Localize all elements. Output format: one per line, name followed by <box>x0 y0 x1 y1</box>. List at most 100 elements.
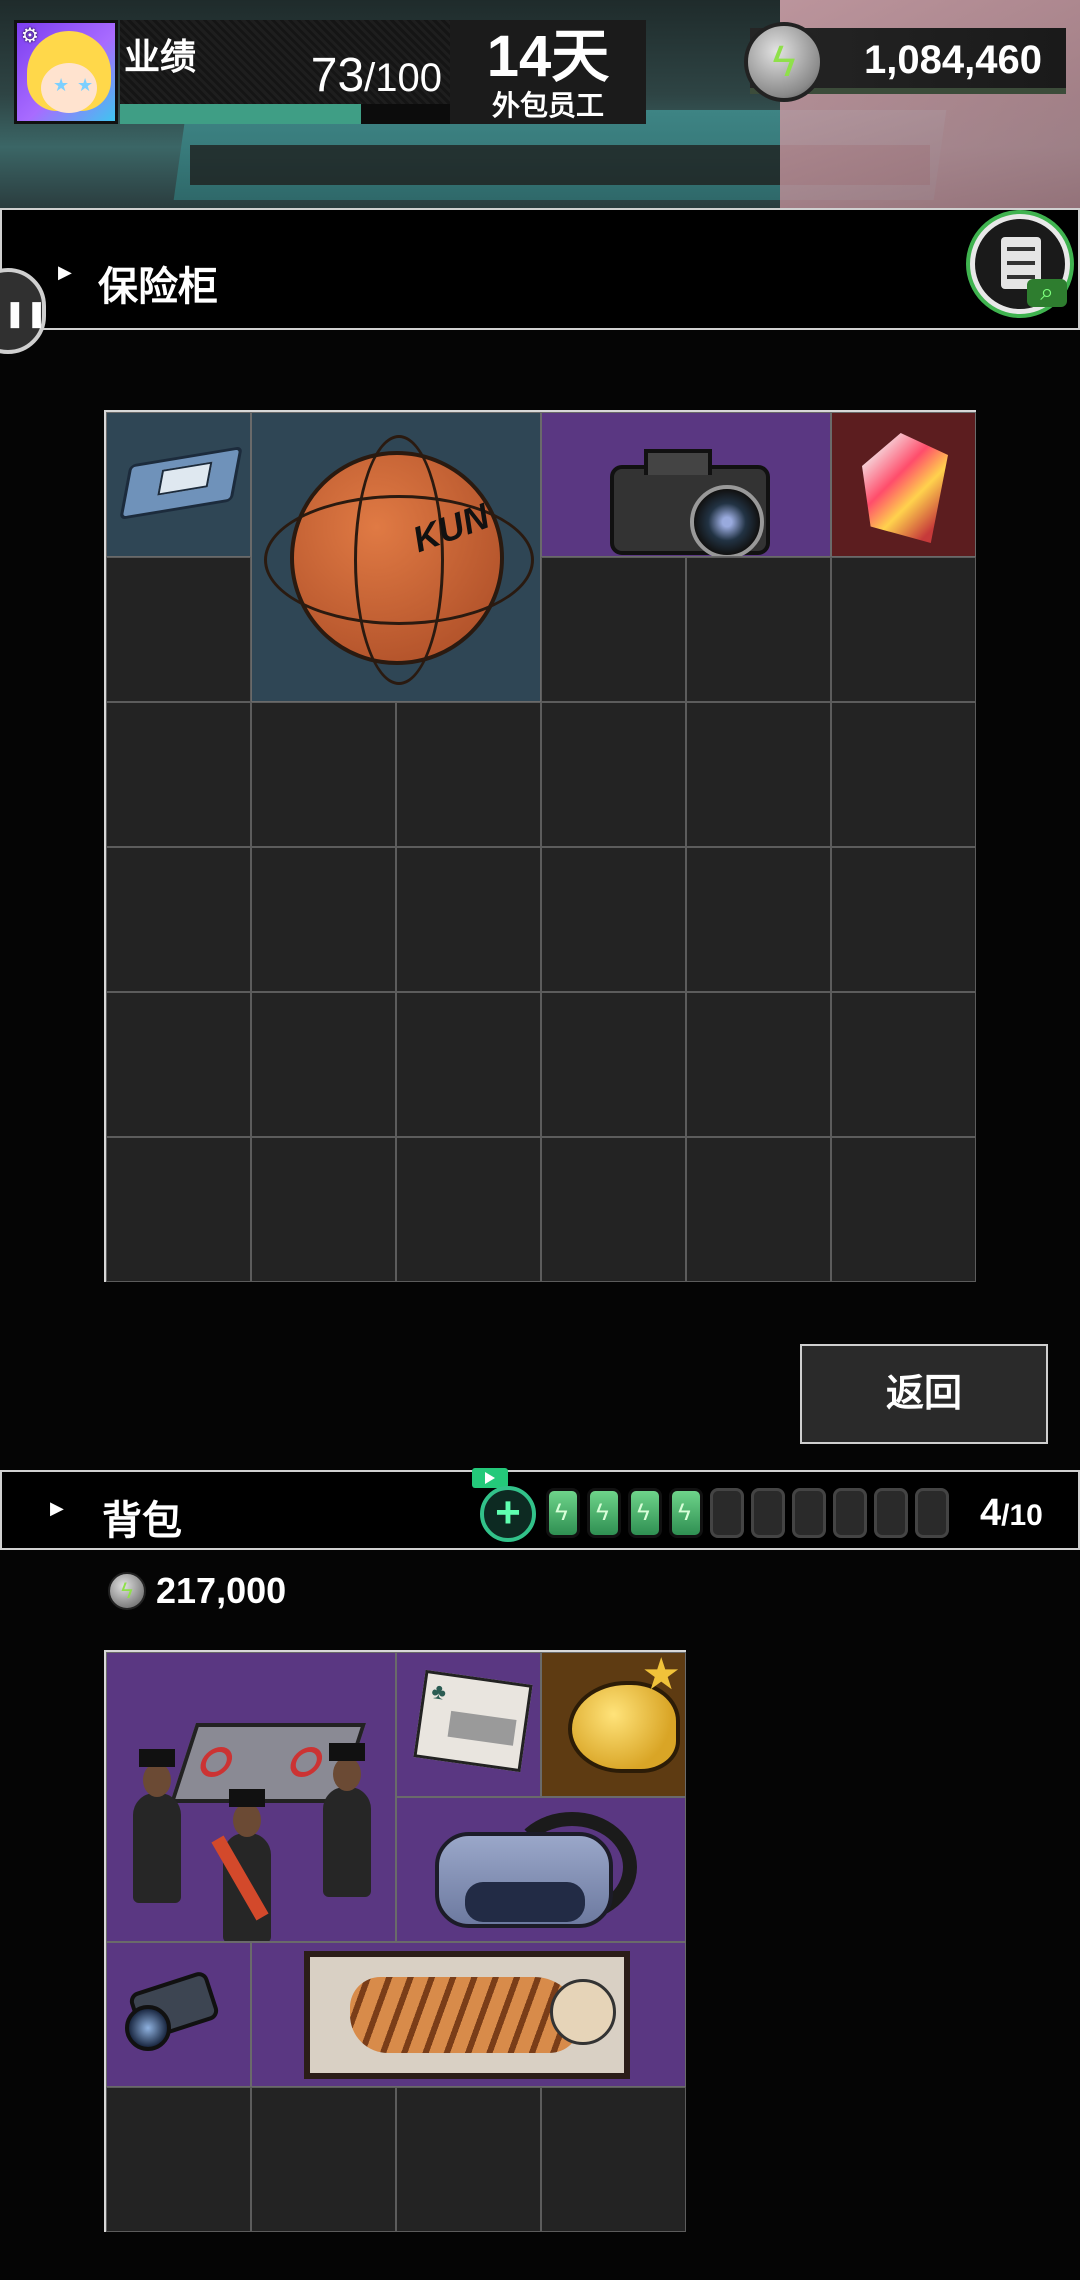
grid-cell[interactable] <box>396 702 541 847</box>
grid-cell[interactable] <box>251 2087 396 2232</box>
battery-empty-icon <box>833 1488 867 1538</box>
grid-cell[interactable] <box>106 847 251 992</box>
basketball-icon: KUN <box>264 435 534 685</box>
palm-tree-icon: ♣ <box>430 1678 448 1705</box>
grid-cell[interactable] <box>831 557 976 702</box>
grid-cell[interactable] <box>106 2087 251 2232</box>
grid-cell[interactable] <box>396 2087 541 2232</box>
battery-full-icon: ϟ <box>628 1488 662 1538</box>
item-golden-bun[interactable]: ★ <box>541 1652 686 1797</box>
grid-cell[interactable] <box>251 1137 396 1282</box>
grid-cell[interactable] <box>686 557 831 702</box>
grid-cell[interactable] <box>541 702 686 847</box>
grid-cell[interactable] <box>686 1137 831 1282</box>
item-tiger-painting[interactable] <box>251 1942 686 2087</box>
bag-title: 背包 <box>102 1499 182 1543</box>
battery-empty-icon <box>874 1488 908 1538</box>
pause-icon: ❚❚ <box>4 298 48 328</box>
crystal-icon <box>862 433 948 543</box>
grid-cell[interactable] <box>396 992 541 1137</box>
grid-cell[interactable] <box>106 1137 251 1282</box>
gear-icon[interactable]: ⚙ <box>21 25 43 47</box>
tiger-painting-icon <box>304 1951 630 2079</box>
pallbearer-icon <box>323 1743 371 1897</box>
performance-label: 业绩 <box>124 36 197 77</box>
clipboard-search-button[interactable]: ⌕ <box>970 214 1070 314</box>
item-rifle-scope[interactable] <box>106 1942 251 2087</box>
grid-cell[interactable] <box>831 847 976 992</box>
performance-panel: 业绩 73/100 <box>120 20 450 124</box>
grid-cell[interactable] <box>106 557 251 702</box>
item-camera[interactable] <box>541 412 831 557</box>
grid-cell[interactable] <box>251 702 396 847</box>
item-basketball[interactable]: KUN <box>251 412 541 702</box>
item-coffin-dance[interactable] <box>106 1652 396 1942</box>
lightning-coin-icon: ϟ <box>744 22 824 102</box>
grid-cell[interactable] <box>541 2087 686 2232</box>
lightning-coin-icon: ϟ <box>108 1572 146 1610</box>
performance-total: /100 <box>364 56 442 100</box>
safe-section-header[interactable]: ▶ 保险柜 <box>0 208 1080 330</box>
tiger-head <box>550 1979 616 2045</box>
tiger-body <box>350 1977 580 2053</box>
currency-value: 1,084,460 <box>864 38 1042 82</box>
bag-count-total: /10 <box>1001 1499 1043 1532</box>
grid-cell[interactable] <box>831 1137 976 1282</box>
battery-empty-icon <box>710 1488 744 1538</box>
grid-cell[interactable] <box>541 1137 686 1282</box>
grid-cell[interactable] <box>251 992 396 1137</box>
grid-cell[interactable] <box>106 702 251 847</box>
expand-arrow-icon[interactable]: ▶ <box>50 1498 64 1519</box>
ball-seam <box>354 435 444 685</box>
grid-cell[interactable] <box>831 992 976 1137</box>
camera-lens <box>690 485 764 556</box>
grid-cell[interactable] <box>686 847 831 992</box>
floppy-disk-icon <box>119 446 243 520</box>
grid-cell[interactable] <box>541 847 686 992</box>
bag-section-header[interactable]: ▶ 背包 + ϟϟϟϟ 4/10 <box>0 1468 1080 1550</box>
performance-value: 73/100 <box>311 48 442 103</box>
performance-bar-fill <box>120 104 361 124</box>
item-vr-headset[interactable] <box>396 1797 686 1942</box>
grid-cell[interactable] <box>541 557 686 702</box>
bag-grid: ♣ ★ <box>104 1650 686 2232</box>
avatar-eye-star-icon: ★ <box>77 75 94 95</box>
return-button[interactable]: 返回 <box>800 1344 1048 1444</box>
grid-cell[interactable] <box>106 992 251 1137</box>
item-floppy-disk[interactable] <box>106 412 251 557</box>
battery-empty-icon <box>751 1488 785 1538</box>
safe-title: 保险柜 <box>98 265 218 309</box>
expand-arrow-icon[interactable]: ▶ <box>58 262 72 283</box>
battery-empty-icon <box>915 1488 949 1538</box>
battery-full-icon: ϟ <box>587 1488 621 1538</box>
grid-cell[interactable] <box>396 1137 541 1282</box>
battery-full-icon: ϟ <box>669 1488 703 1538</box>
bag-count-current: 4 <box>980 1492 1002 1534</box>
avatar-eye-star-icon: ★ <box>53 75 70 95</box>
search-icon: ⌕ <box>1027 279 1067 307</box>
add-capacity-button[interactable]: + <box>480 1486 536 1542</box>
grid-cell[interactable] <box>541 992 686 1137</box>
performance-bar <box>120 104 450 124</box>
grid-cell[interactable] <box>686 992 831 1137</box>
item-travel-ticket[interactable]: ♣ <box>396 1652 541 1797</box>
player-avatar[interactable]: ★ ★ ⚙ <box>14 20 118 124</box>
performance-current: 73 <box>310 49 365 102</box>
star-icon: ★ <box>641 1652 681 1699</box>
item-crystal[interactable] <box>831 412 976 557</box>
coffin-dance-icon <box>113 1683 393 1941</box>
bag-money-value: 217,000 <box>156 1570 287 1611</box>
safe-grid: KUN <box>104 410 976 1282</box>
grid-cell[interactable] <box>251 847 396 992</box>
scope-lens <box>125 2005 171 2051</box>
vr-headset-icon <box>435 1832 613 1928</box>
grid-cell[interactable] <box>831 702 976 847</box>
grid-cell[interactable] <box>686 702 831 847</box>
ticket-icon: ♣ <box>413 1669 533 1773</box>
day-panel: 14天 外包员工 <box>450 20 646 124</box>
player-role: 外包员工 <box>491 90 604 121</box>
video-ad-icon <box>472 1468 508 1488</box>
bag-capacity-count: 4/10 <box>980 1492 1043 1535</box>
battery-empty-icon <box>792 1488 826 1538</box>
grid-cell[interactable] <box>396 847 541 992</box>
